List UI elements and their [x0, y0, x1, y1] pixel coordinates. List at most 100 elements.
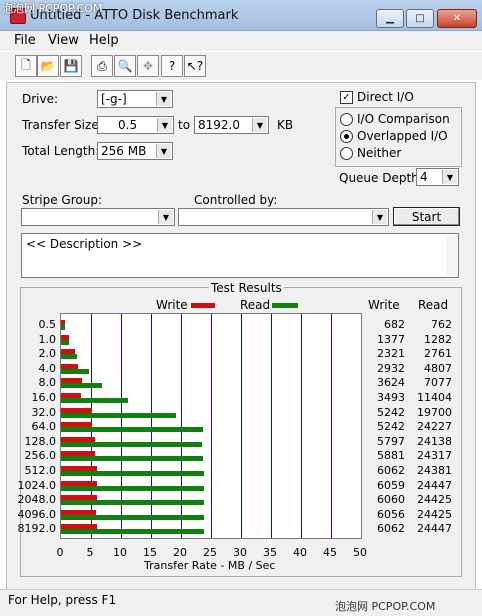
chart-plot-area	[60, 313, 362, 539]
controlled-by-label: Controlled by:	[194, 193, 278, 207]
read-value: 1282	[424, 332, 452, 346]
write-value: 2932	[377, 361, 405, 375]
stripe-group-select[interactable]: ▼	[21, 208, 175, 226]
radio-io-comparison-label: I/O Comparison	[357, 112, 450, 126]
start-button-label: Start	[411, 209, 442, 224]
y-tick-label: 8.0	[38, 376, 57, 390]
total-length-select[interactable]: 256 MB ▼	[97, 142, 173, 160]
read-bar	[61, 398, 128, 403]
y-tick-label: 64.0	[31, 420, 57, 434]
close-button[interactable]: ✕	[437, 9, 477, 28]
radio-selected-dot	[344, 134, 349, 139]
read-value: 19700	[417, 405, 452, 419]
write-value: 5242	[377, 420, 405, 434]
title-bar: Untitled - ATTO Disk Benchmark 泡泡网 PCPOP…	[0, 0, 482, 31]
read-value: 762	[431, 318, 452, 331]
total-length-label: Total Length:	[22, 144, 100, 158]
gridline	[271, 314, 272, 538]
help-icon[interactable]: ?	[161, 55, 183, 77]
gridline	[331, 314, 332, 538]
y-tick-label: 1024.0	[17, 478, 57, 492]
write-value: 6059	[377, 478, 405, 492]
x-tick-label: 5	[86, 546, 94, 559]
open-icon[interactable]: 📂	[37, 55, 59, 77]
write-value: 5242	[377, 405, 405, 419]
queue-depth-label: Queue Depth:	[339, 171, 423, 185]
to-label: to	[178, 118, 191, 132]
x-tick-label: 30	[233, 546, 247, 559]
radio-neither[interactable]	[340, 147, 353, 160]
start-button[interactable]: Start	[393, 207, 460, 226]
queue-depth-select[interactable]: 4 ▼	[416, 168, 459, 186]
transfer-from-select[interactable]: 0.5 ▼	[97, 116, 174, 134]
read-bar	[61, 383, 103, 389]
y-tick-label: 256.0	[24, 449, 57, 463]
write-value: 5881	[377, 449, 405, 463]
read-bar	[61, 456, 204, 462]
write-value: 6060	[377, 493, 405, 507]
read-bar	[61, 427, 203, 433]
read-bar	[61, 354, 78, 360]
read-bar	[61, 339, 69, 345]
x-tick-label: 50	[353, 546, 367, 559]
read-value: 11404	[417, 391, 452, 404]
write-value: 2321	[377, 347, 405, 361]
transfer-from-value: 0.5	[118, 118, 138, 132]
gridline	[241, 314, 242, 538]
chevron-down-icon: ▼	[158, 210, 173, 224]
transfer-to-select[interactable]: 8192.0 ▼	[194, 116, 269, 134]
chevron-down-icon: ▼	[442, 170, 457, 184]
radio-overlapped-io[interactable]	[340, 130, 353, 143]
gridline	[211, 314, 212, 538]
read-value: 24138	[417, 434, 452, 448]
x-tick-label: 0	[56, 546, 64, 559]
move-icon[interactable]: ✥	[137, 55, 159, 77]
read-value: 24425	[417, 507, 452, 521]
total-length-value: 256 MB	[101, 144, 147, 158]
write-value: 5797	[377, 434, 405, 448]
read-value: 24381	[417, 464, 452, 477]
chevron-down-icon: ▼	[156, 92, 171, 106]
description-scrollbar[interactable]	[446, 236, 458, 276]
minimize-button[interactable]: ▁	[376, 9, 404, 28]
read-bar	[61, 471, 204, 476]
watermark-top: 泡泡网 PCPOP.COM	[2, 2, 103, 15]
read-value: 24227	[417, 420, 452, 434]
x-tick-label: 25	[203, 546, 217, 559]
direct-io-checkbox[interactable]: ✓	[340, 91, 353, 104]
maximize-button[interactable]: □	[406, 9, 434, 28]
x-tick-label: 45	[323, 546, 337, 559]
y-tick-label: 128.0	[24, 434, 57, 448]
test-results-title: Test Results	[209, 281, 284, 295]
drive-select[interactable]: [-g-] ▼	[97, 90, 173, 108]
y-tick-label: 4.0	[38, 361, 57, 375]
read-value: 24425	[417, 493, 452, 507]
x-tick-label: 10	[113, 546, 127, 559]
radio-neither-label: Neither	[357, 146, 402, 160]
maximize-icon: □	[415, 13, 425, 24]
description-text: << Description >>	[26, 237, 143, 251]
controlled-by-select[interactable]: ▼	[178, 208, 389, 226]
context-help-icon[interactable]: ↖?	[184, 55, 206, 77]
direct-io-label: Direct I/O	[357, 90, 414, 104]
menu-view[interactable]: View	[48, 33, 79, 48]
chevron-down-icon: ▼	[156, 144, 171, 158]
radio-io-comparison[interactable]	[340, 113, 353, 126]
menu-help[interactable]: Help	[89, 33, 119, 48]
print-icon[interactable]: ⎙	[91, 55, 113, 77]
toolbar: 🗋 📂 💾 ⎙ 🔍 ✥ ? ↖?	[0, 52, 482, 80]
chevron-down-icon: ▼	[372, 210, 387, 224]
save-icon[interactable]: 💾	[60, 55, 82, 77]
write-value: 6062	[377, 464, 405, 477]
read-legend-label: Read	[240, 298, 271, 312]
read-value: 24447	[417, 522, 452, 536]
y-tick-label: 0.5	[38, 318, 57, 331]
description-box[interactable]: << Description >>	[21, 233, 459, 278]
y-tick-label: 4096.0	[17, 507, 57, 521]
print-preview-icon[interactable]: 🔍	[114, 55, 136, 77]
menu-file[interactable]: File	[14, 33, 36, 48]
read-bar	[61, 529, 205, 535]
write-column-header: Write	[368, 298, 400, 312]
new-icon[interactable]: 🗋	[15, 55, 37, 77]
y-tick-label: 16.0	[31, 391, 57, 404]
